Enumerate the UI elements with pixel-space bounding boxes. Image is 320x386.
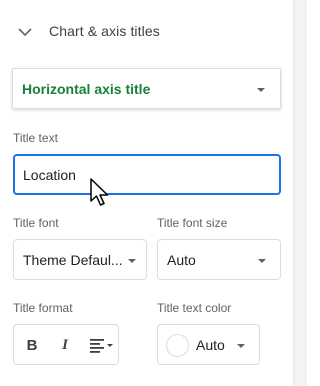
chart-editor-panel: Chart & axis titles Horizontal axis titl… bbox=[0, 0, 293, 386]
dropdown-caret-icon bbox=[237, 344, 245, 348]
title-text-field[interactable] bbox=[13, 154, 281, 195]
chevron-down-icon bbox=[18, 28, 32, 37]
align-icon bbox=[90, 339, 113, 353]
vertical-scrollbar[interactable] bbox=[293, 0, 307, 386]
dropdown-caret-icon bbox=[128, 259, 136, 263]
section-title: Chart & axis titles bbox=[49, 23, 160, 39]
title-text-color-picker[interactable]: Auto bbox=[157, 324, 260, 365]
chart-axis-titles-section-header[interactable]: Chart & axis titles bbox=[0, 14, 293, 50]
title-type-selected-value: Horizontal axis title bbox=[22, 81, 151, 97]
color-swatch bbox=[166, 334, 189, 357]
title-font-dropdown[interactable]: Theme Defaul... bbox=[13, 239, 147, 280]
italic-icon: I bbox=[62, 336, 68, 353]
bold-icon: B bbox=[26, 336, 38, 354]
title-font-value: Theme Defaul... bbox=[23, 252, 123, 268]
title-type-select[interactable]: Horizontal axis title bbox=[12, 68, 281, 109]
dropdown-caret-icon bbox=[257, 88, 265, 92]
dropdown-caret-icon bbox=[258, 259, 266, 263]
title-format-label: Title format bbox=[13, 301, 73, 315]
italic-button[interactable]: I bbox=[53, 334, 77, 356]
title-font-size-value: Auto bbox=[167, 252, 196, 268]
title-text-color-label: Title text color bbox=[157, 301, 232, 315]
title-format-button-group: B I bbox=[13, 324, 119, 365]
title-font-size-label: Title font size bbox=[157, 216, 228, 230]
title-font-size-dropdown[interactable]: Auto bbox=[157, 239, 281, 280]
title-text-color-value: Auto bbox=[196, 337, 225, 353]
title-text-input[interactable] bbox=[23, 166, 263, 184]
bold-button[interactable]: B bbox=[20, 334, 44, 356]
mouse-pointer-icon bbox=[90, 178, 109, 206]
title-text-label: Title text bbox=[13, 131, 58, 145]
align-button[interactable] bbox=[88, 334, 116, 356]
title-font-label: Title font bbox=[13, 216, 59, 230]
